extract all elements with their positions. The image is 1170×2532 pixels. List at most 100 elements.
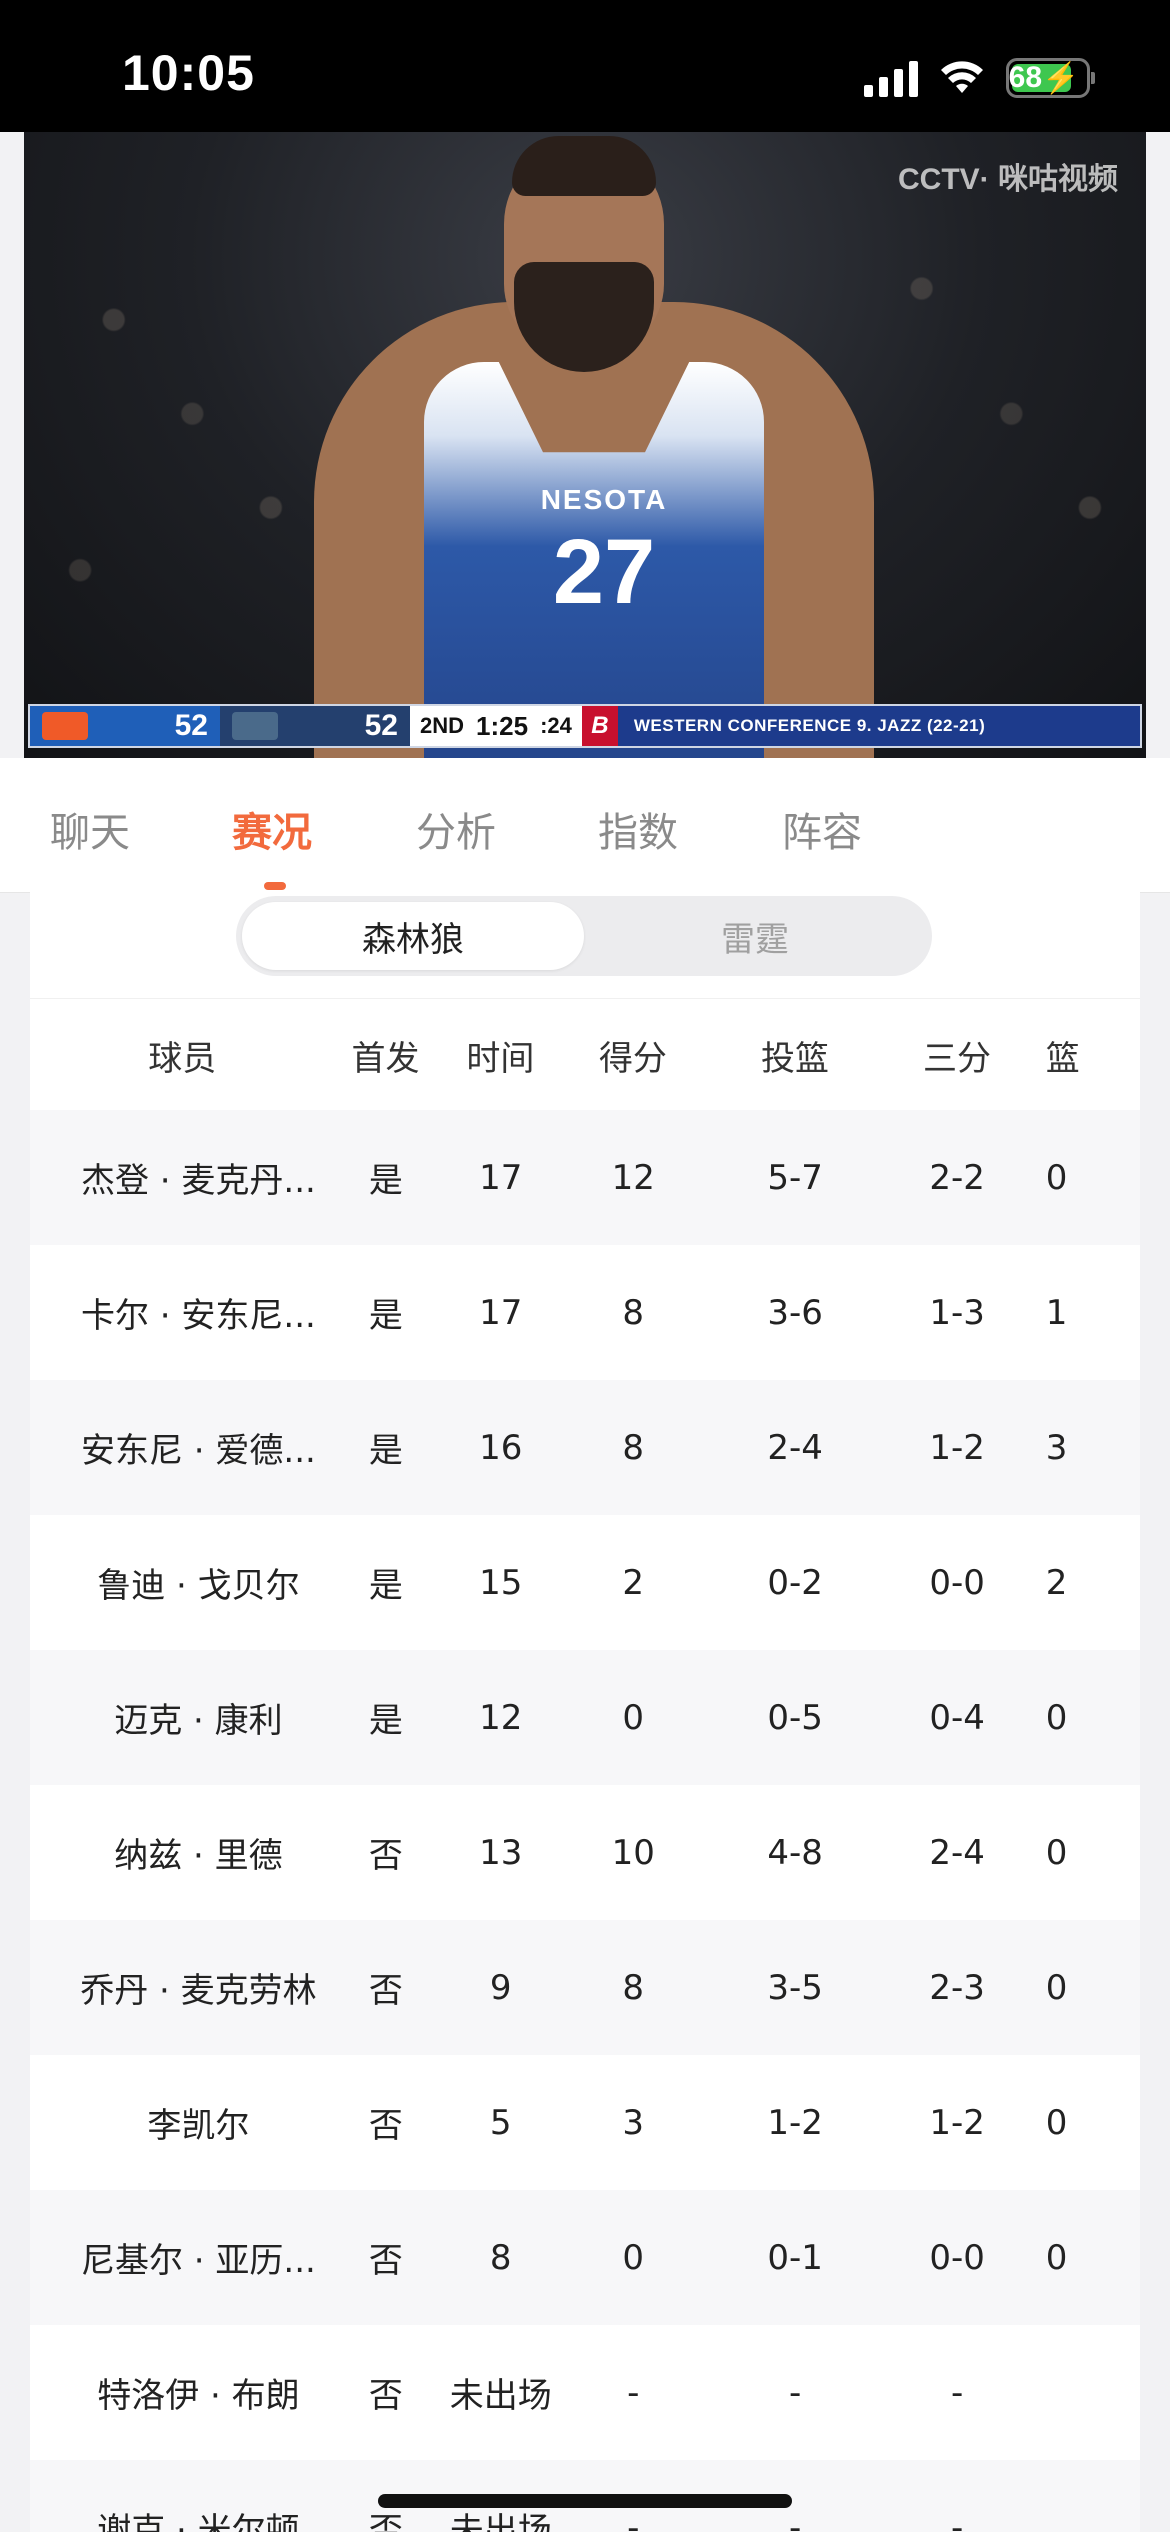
table-row[interactable]: 李凯尔 否 5 3 1-2 1-2 0 xyxy=(30,2055,1140,2190)
player-rows: 杰登 · 麦克丹... 是 17 12 5-7 2-2 0 卡尔 · 安东尼... 是 17 8 3-… xyxy=(30,1110,1140,2532)
cell-player-name: 安东尼 · 爱德... xyxy=(80,1431,316,1471)
box-score-card: 森林狼 雷霆 球员 首发 时间 得分 投篮 三分 篮 杰登 · 麦克丹... 是 1… xyxy=(30,892,1140,2532)
table-row[interactable]: 卡尔 · 安东尼... 是 17 8 3-6 1-3 1 xyxy=(30,1245,1140,1380)
cell-three-pointers: 0-0 xyxy=(929,2237,985,2278)
cell-starter: 否 xyxy=(368,2106,403,2146)
cell-three-pointers: - xyxy=(950,2507,964,2532)
header-starter: 首发 xyxy=(351,1038,420,1079)
cell-field-goals: - xyxy=(789,2507,802,2532)
cell-starter: 是 xyxy=(368,1566,403,1606)
cell-field-goals: - xyxy=(789,2372,802,2413)
cell-points: 8 xyxy=(622,1427,645,1468)
cell-minutes: 未出场 xyxy=(449,2376,552,2416)
cell-three-pointers: 2-3 xyxy=(929,1967,985,2008)
cell-player-name: 迈克 · 康利 xyxy=(114,1701,283,1741)
cell-player-name: 特洛伊 · 布朗 xyxy=(97,2376,300,2416)
broadcaster-watermark: CCTV· 咪咕视频 xyxy=(898,163,1118,196)
cell-field-goals: 0-5 xyxy=(767,1697,823,1738)
cellular-signal-icon xyxy=(864,59,918,97)
shot-clock: :24 xyxy=(540,713,572,738)
scorebug: 52 52 2ND 1:25 :24 B WESTERN CONFERENCE … xyxy=(28,704,1142,748)
cell-field-goals: 2-4 xyxy=(767,1427,823,1468)
cell-starter: 是 xyxy=(368,1701,403,1741)
home-team-score: 52 xyxy=(220,706,410,746)
toggle-timberwolves[interactable]: 森林狼 xyxy=(242,902,584,970)
table-row[interactable]: 迈克 · 康利 是 12 0 0-5 0-4 0 xyxy=(30,1650,1140,1785)
cell-player-name: 李凯尔 xyxy=(147,2106,250,2146)
cell-minutes: 8 xyxy=(489,2237,512,2278)
status-icons: 68 ⚡ xyxy=(864,54,1095,102)
cell-minutes: 17 xyxy=(479,1157,523,1198)
cell-player-name: 乔丹 · 麦克劳林 xyxy=(80,1971,317,2011)
table-row[interactable]: 杰登 · 麦克丹... 是 17 12 5-7 2-2 0 xyxy=(30,1110,1140,1245)
cell-points: 0 xyxy=(622,1697,645,1738)
cell-minutes: 13 xyxy=(479,1832,523,1873)
cell-rebounds: 0 xyxy=(1045,2237,1068,2278)
cell-three-pointers: - xyxy=(950,2372,964,2413)
table-row[interactable]: 乔丹 · 麦克劳林 否 9 8 3-5 2-3 0 xyxy=(30,1920,1140,2055)
cell-rebounds: 1 xyxy=(1045,1292,1068,1333)
video-player[interactable]: CCTV· 咪咕视频 NESOTA 27 52 52 2ND 1:25 :24 … xyxy=(24,132,1146,758)
battery-level: 68 xyxy=(1008,61,1043,94)
cell-field-goals: 3-5 xyxy=(767,1967,823,2008)
cell-minutes: 17 xyxy=(479,1292,523,1333)
cell-starter: 是 xyxy=(368,1431,403,1471)
cell-player-name: 尼基尔 · 亚历... xyxy=(80,2241,316,2281)
cell-points: 8 xyxy=(622,1292,645,1333)
player-hair xyxy=(512,136,656,196)
okc-logo-icon xyxy=(42,712,88,740)
cell-minutes: 15 xyxy=(479,1562,523,1603)
cell-points: 10 xyxy=(611,1832,655,1873)
cell-starter: 是 xyxy=(368,1296,403,1336)
home-score: 52 xyxy=(364,709,398,742)
cell-points: 2 xyxy=(622,1562,645,1603)
cell-field-goals: 5-7 xyxy=(767,1157,823,1198)
cell-three-pointers: 1-3 xyxy=(929,1292,985,1333)
tab-index[interactable]: 指数 xyxy=(598,800,678,858)
cell-player-name: 谢克 · 米尔顿 xyxy=(97,2511,300,2532)
cell-starter: 否 xyxy=(368,1836,403,1876)
tab-analysis[interactable]: 分析 xyxy=(416,800,496,858)
cell-starter: 否 xyxy=(368,1971,403,2011)
wifi-icon xyxy=(941,61,983,93)
table-row[interactable]: 安东尼 · 爱德... 是 16 8 2-4 1-2 3 xyxy=(30,1380,1140,1515)
away-score: 52 xyxy=(174,709,208,742)
cell-three-pointers: 0-0 xyxy=(929,1562,985,1603)
tab-chat[interactable]: 聊天 xyxy=(50,800,130,858)
table-row[interactable]: 鲁迪 · 戈贝尔 是 15 2 0-2 0-0 2 xyxy=(30,1515,1140,1650)
cell-player-name: 卡尔 · 安东尼... xyxy=(80,1296,316,1336)
cell-three-pointers: 0-4 xyxy=(929,1697,985,1738)
clock: 1:25 xyxy=(476,710,529,741)
cell-field-goals: 0-2 xyxy=(767,1562,823,1603)
header-rebounds: 篮 xyxy=(1045,1038,1080,1079)
cell-field-goals: 0-1 xyxy=(767,2237,823,2278)
cell-starter: 是 xyxy=(368,1161,403,1201)
cell-minutes: 9 xyxy=(489,1967,512,2008)
header-three-pointers: 三分 xyxy=(923,1038,991,1079)
cell-three-pointers: 2-4 xyxy=(929,1832,985,1873)
table-row[interactable]: 尼基尔 · 亚历... 否 8 0 0-1 0-0 0 xyxy=(30,2190,1140,2325)
cell-minutes: 16 xyxy=(479,1427,523,1468)
tab-bar: 聊天 赛况 分析 指数 阵容 xyxy=(0,758,1170,893)
cell-points: - xyxy=(627,2372,640,2413)
home-indicator[interactable] xyxy=(378,2494,792,2508)
table-row[interactable]: 纳兹 · 里德 否 13 10 4-8 2-4 0 xyxy=(30,1785,1140,1920)
cell-rebounds: 0 xyxy=(1045,2102,1068,2143)
cell-player-name: 鲁迪 · 戈贝尔 xyxy=(97,1566,300,1606)
sponsor-logo-icon: B xyxy=(581,706,618,746)
cell-rebounds: 0 xyxy=(1045,1157,1068,1198)
jersey-number: 27 xyxy=(552,521,656,623)
status-time: 10:05 xyxy=(122,45,255,101)
cell-minutes: 5 xyxy=(489,2102,512,2143)
timberwolves-logo-icon xyxy=(232,712,278,740)
team-toggle: 森林狼 雷霆 xyxy=(236,896,932,976)
cell-rebounds: 0 xyxy=(1045,1697,1068,1738)
tab-lineup[interactable]: 阵容 xyxy=(782,800,862,858)
cell-field-goals: 1-2 xyxy=(767,2102,823,2143)
cell-points: - xyxy=(627,2507,640,2532)
cell-field-goals: 3-6 xyxy=(767,1292,823,1333)
toggle-thunder[interactable]: 雷霆 xyxy=(584,902,926,970)
tab-game-status[interactable]: 赛况 xyxy=(232,800,312,858)
active-tab-indicator xyxy=(264,882,286,890)
table-row[interactable]: 特洛伊 · 布朗 否 未出场 - - - xyxy=(30,2325,1140,2460)
